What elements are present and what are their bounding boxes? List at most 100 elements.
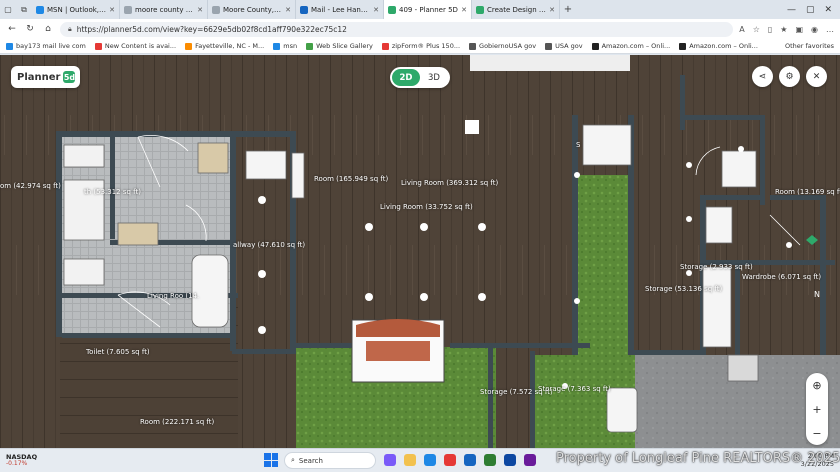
outlook-icon[interactable] <box>464 454 476 466</box>
app-icon[interactable] <box>524 454 536 466</box>
cabinet-right <box>721 150 757 188</box>
maximize-icon[interactable]: ▢ <box>806 5 815 15</box>
reload-icon[interactable]: ↻ <box>24 24 36 34</box>
word-icon[interactable] <box>504 454 516 466</box>
bookmark-item[interactable]: Fayetteville, NC - M... <box>185 42 264 50</box>
back-icon[interactable]: ← <box>6 24 18 34</box>
file-explorer-icon[interactable] <box>404 454 416 466</box>
tab-close-icon[interactable]: ✕ <box>197 6 203 14</box>
bookmark-item[interactable]: Amazon.com – Onli... <box>591 42 670 50</box>
zoom-in-button[interactable]: + <box>812 404 821 415</box>
bookmark-item[interactable]: zipForm® Plus 150... <box>381 42 461 50</box>
close-icon: ✕ <box>812 71 821 82</box>
collections-icon[interactable]: ▣ <box>795 25 803 34</box>
home-icon[interactable]: ⌂ <box>42 24 54 34</box>
browser-tab[interactable]: 409 - Planner 5D ✕ <box>384 0 472 19</box>
bookmark-label: New Content is avai... <box>104 42 177 50</box>
url-input[interactable]: 🔒︎ https://planner5d.com/view?key=6629e5… <box>60 21 734 37</box>
address-bar-actions: A ☆ ▯ ★ ▣ ◉ … <box>739 25 834 34</box>
bookmark-favicon-icon <box>469 42 477 50</box>
browser-tab[interactable]: Create Design in a Room Pl✕ <box>472 0 560 19</box>
tab-close-icon[interactable]: ✕ <box>549 6 555 14</box>
toilet-lower <box>63 258 105 286</box>
door-panel <box>291 152 305 199</box>
edge-icon[interactable] <box>424 454 436 466</box>
close-viewer-button[interactable]: ✕ <box>806 66 827 87</box>
compass-icon[interactable]: N <box>806 283 828 305</box>
tab-favicon-icon <box>300 5 308 14</box>
read-aloud-icon[interactable]: A <box>739 25 744 34</box>
copilot-icon[interactable] <box>384 454 396 466</box>
browser-tab[interactable]: moore county register of de✕ <box>120 0 208 19</box>
recenter-button[interactable]: ⊕ <box>812 380 821 391</box>
tab-favicon-icon <box>124 5 132 14</box>
share-icon: ⋖ <box>758 71 767 82</box>
bookmark-item[interactable]: bay173 mail live com <box>6 42 86 50</box>
other-favorites[interactable]: Other favorites <box>782 42 834 50</box>
room-label-storage-53: Storage (53.136 sq ft) <box>645 285 723 293</box>
zoom-controls: ⊕ + − <box>806 373 828 445</box>
bookmark-label: Amazon.com – Onli... <box>689 42 758 50</box>
tab-close-icon[interactable]: ✕ <box>285 6 291 14</box>
split-screen-icon[interactable]: ▯ <box>768 25 772 34</box>
bookmark-favicon-icon <box>679 42 687 50</box>
start-button[interactable] <box>264 453 278 467</box>
bookmark-item[interactable]: New Content is avai... <box>94 42 177 50</box>
bookmark-favicon-icon <box>545 42 553 50</box>
logo-text: Planner <box>17 71 61 83</box>
bookmark-label: bay173 mail live com <box>16 42 86 50</box>
fireplace-bricks <box>366 341 430 361</box>
grass-strip-right <box>578 175 628 355</box>
floor-plan[interactable] <box>0 55 840 448</box>
more-menu-icon[interactable]: … <box>826 25 834 34</box>
share-button[interactable]: ⋖ <box>752 66 773 87</box>
workspace-icon[interactable]: ▢ <box>0 0 16 19</box>
browser-tab[interactable]: Moore County, NC ✕ <box>208 0 296 19</box>
bookmark-item[interactable]: Web Slice Gallery <box>306 42 373 50</box>
tab-close-icon[interactable]: ✕ <box>109 6 115 14</box>
room-label-storage-736: Storage (7.363 sq ft) <box>538 385 611 393</box>
planner-logo[interactable]: Planner 5d <box>11 66 81 88</box>
taskbar-search[interactable]: ⌕ Search <box>284 452 376 469</box>
favorites-icon[interactable]: ★ <box>780 25 787 34</box>
patio-chair <box>606 387 638 433</box>
new-tab-button[interactable]: + <box>560 0 576 19</box>
settings-button[interactable]: ⚙ <box>779 66 800 87</box>
mode-3d-button[interactable]: 3D <box>420 69 448 86</box>
room-label-bath-upper: th (53.312 sq ft) <box>84 188 141 196</box>
favorite-star-icon[interactable]: ☆ <box>753 25 760 34</box>
tab-title: Create Design in a Room Pl <box>487 5 546 14</box>
bookmark-favicon-icon <box>591 42 599 50</box>
room-label-living-369: Living Room (369.312 sq ft) <box>401 179 499 187</box>
bookmark-label: USA gov <box>555 42 583 50</box>
bookmark-label: zipForm® Plus 150... <box>391 42 461 50</box>
tab-favicon-icon <box>388 5 396 14</box>
browser-tab[interactable]: Mail - Lee Handsel - Outloo✕ <box>296 0 384 19</box>
tab-favicon-icon <box>36 5 44 14</box>
store-icon[interactable] <box>444 454 456 466</box>
bookmark-item[interactable]: GobiernoUSA gov <box>469 42 536 50</box>
bookmark-item[interactable]: USA gov <box>545 42 583 50</box>
tab-title: Mail - Lee Handsel - Outloo <box>311 5 370 14</box>
bookmarks-bar: bay173 mail live com New Content is avai.… <box>0 39 840 54</box>
zoom-out-button[interactable]: − <box>812 428 821 439</box>
profile-icon[interactable]: ◉ <box>811 25 818 34</box>
search-icon: ⌕ <box>291 456 295 464</box>
bookmark-favicon-icon <box>381 42 389 50</box>
browser-tab[interactable]: MSN | Outlook, Office, Skyp✕ <box>32 0 120 19</box>
mode-2d-button[interactable]: 2D <box>392 69 420 86</box>
tab-actions-icon[interactable]: ⧉ <box>16 0 32 19</box>
excel-icon[interactable] <box>484 454 496 466</box>
planner-canvas[interactable]: om (42.974 sq ft) th (53.312 sq ft) Room (… <box>0 55 840 448</box>
ceiling-fixture-square <box>465 120 479 134</box>
close-window-icon[interactable]: ✕ <box>824 5 832 15</box>
bookmark-favicon-icon <box>94 42 102 50</box>
tab-close-icon[interactable]: ✕ <box>461 6 467 14</box>
bookmark-favicon-icon <box>273 42 281 50</box>
bookmark-item[interactable]: msn <box>273 42 297 50</box>
room-label-toilet: Toilet (7.605 sq ft) <box>86 348 150 356</box>
tab-close-icon[interactable]: ✕ <box>373 6 379 14</box>
minimize-icon[interactable]: — <box>787 5 796 15</box>
stock-ticker-widget[interactable]: NASDAQ -0.17% <box>0 454 80 467</box>
bookmark-item[interactable]: Amazon.com – Onli... <box>679 42 758 50</box>
